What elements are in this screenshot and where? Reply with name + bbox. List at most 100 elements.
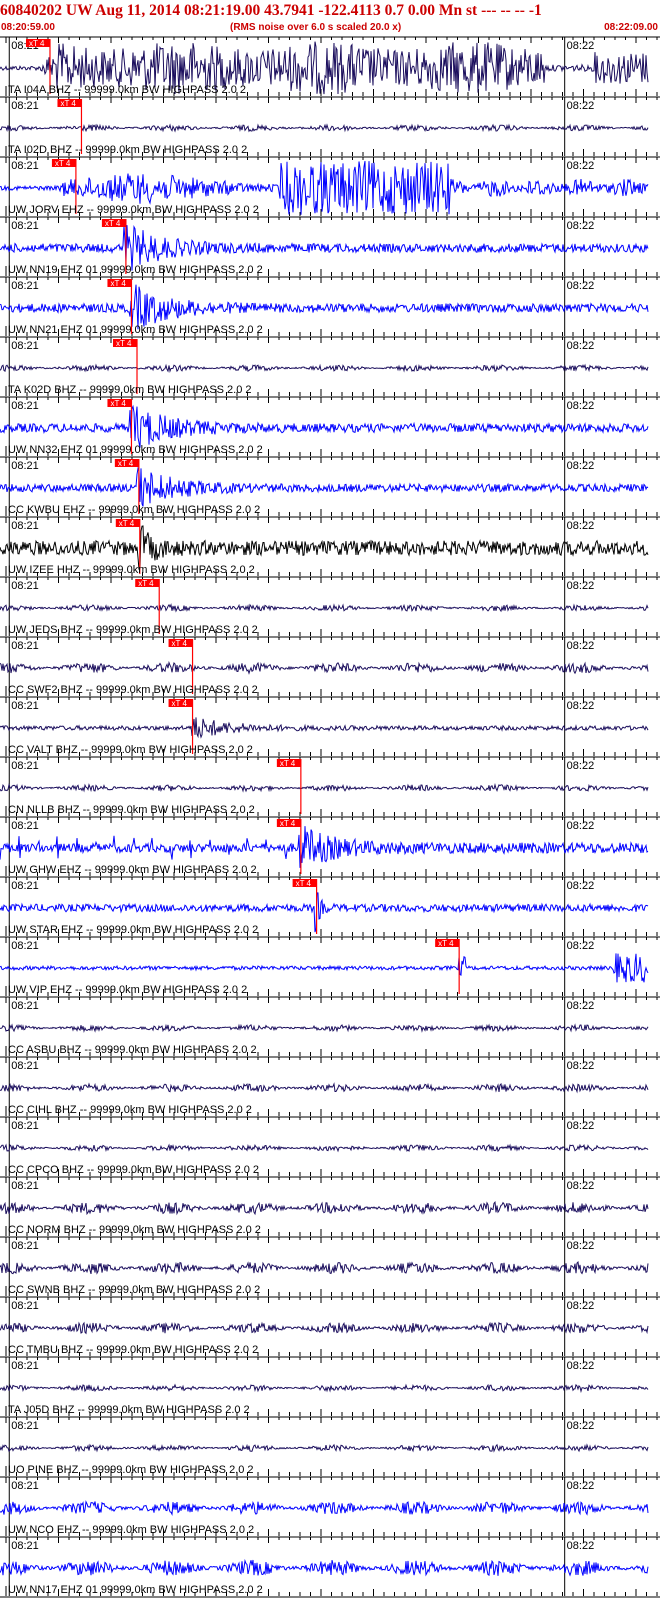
waveform-trace — [0, 466, 649, 507]
time-tick-label: 08:22 — [567, 700, 595, 712]
time-tick-label: 08:21 — [11, 1120, 39, 1132]
time-tick-label: 08:21 — [11, 1360, 39, 1372]
time-tick-label: 08:22 — [567, 1300, 595, 1312]
time-tick-label: 08:22 — [567, 1360, 595, 1372]
rms-note: (RMS noise over 6.0 s scaled 20.0 x) — [230, 22, 402, 33]
waveform-trace — [0, 1261, 649, 1276]
pick-flag-label: xT 4 — [119, 519, 135, 528]
waveform-trace — [0, 1023, 649, 1034]
station-label: CC VALT BHZ -- 99999.0km BW HIGHPASS 2.0… — [8, 744, 253, 756]
station-label: CC CIHL BHZ -- 99999.0km BW HIGHPASS 2.0… — [8, 1104, 252, 1116]
end-time-label: 08:22:09.00 — [604, 22, 658, 33]
station-label: UW JORV EHZ -- 99999.0km BW HIGHPASS 2.0… — [8, 204, 259, 216]
waveform-trace — [0, 1201, 649, 1216]
station-label: UW NN32 EHZ 01 99999.0km BW HIGHPASS 2.0… — [8, 444, 263, 456]
time-tick-label: 08:22 — [567, 820, 595, 832]
time-tick-label: 08:22 — [567, 160, 595, 172]
pick-flag-label: xT 4 — [296, 879, 312, 888]
station-label: UO PINE BHZ -- 99999.0km BW HIGHPASS 2.0… — [8, 1464, 254, 1476]
time-tick-label: 08:22 — [567, 220, 595, 232]
waveform-trace — [0, 404, 649, 448]
start-time-label: 08:20:59.00 — [1, 22, 55, 33]
time-tick-label: 08:21 — [11, 1240, 39, 1252]
time-tick-label: 08:21 — [11, 100, 39, 112]
time-tick-label: 08:22 — [567, 460, 595, 472]
station-label: TA J05D BHZ -- 99999.0km BW HIGHPASS 2.0… — [8, 1404, 250, 1416]
time-tick-label: 08:21 — [11, 400, 39, 412]
waveform-trace — [0, 782, 649, 793]
waveform-trace — [0, 953, 649, 983]
waveform-trace — [0, 1443, 649, 1453]
time-tick-label: 08:21 — [11, 760, 39, 772]
time-tick-label: 08:22 — [567, 520, 595, 532]
waveform-trace — [0, 284, 649, 330]
time-tick-label: 08:22 — [567, 640, 595, 652]
pick-flag-label: xT 4 — [172, 639, 188, 648]
time-tick-label: 08:21 — [11, 460, 39, 472]
waveform-trace — [0, 717, 649, 739]
waveform-trace — [0, 1500, 649, 1516]
pick-flag-label: xT 4 — [110, 399, 126, 408]
time-tick-label: 08:22 — [567, 1540, 595, 1552]
time-tick-label: 08:21 — [11, 580, 39, 592]
station-label: CC ASBU BHZ -- 99999.0km BW HIGHPASS 2.0… — [8, 1044, 257, 1056]
waveform-trace — [0, 1143, 649, 1153]
pick-flag-label: xT 4 — [172, 699, 188, 708]
time-tick-label: 08:21 — [11, 1540, 39, 1552]
station-label: CC CPCO BHZ -- 99999.0km BW HIGHPASS 2.0… — [8, 1164, 259, 1176]
pick-flag-label: xT 4 — [105, 219, 121, 228]
station-label: UW JEDS BHZ -- 99999.0km BW HIGHPASS 2.0… — [8, 624, 258, 636]
time-tick-label: 08:21 — [11, 1480, 39, 1492]
time-tick-label: 08:21 — [11, 220, 39, 232]
time-tick-label: 08:22 — [567, 1060, 595, 1072]
time-tick-label: 08:21 — [11, 160, 39, 172]
time-tick-label: 08:21 — [11, 940, 39, 952]
time-tick-label: 08:21 — [11, 340, 39, 352]
station-label: CC SWF2 BHZ -- 99999.0km BW HIGHPASS 2.0… — [8, 684, 258, 696]
time-tick-label: 08:21 — [11, 280, 39, 292]
time-tick-label: 08:22 — [567, 40, 595, 52]
time-tick-label: 08:22 — [567, 340, 595, 352]
time-tick-label: 08:22 — [567, 760, 595, 772]
time-tick-label: 08:22 — [567, 1420, 595, 1432]
pick-flag-label: xT 4 — [110, 279, 126, 288]
pick-flag-label: xT 4 — [280, 819, 296, 828]
waveform-trace — [0, 1321, 649, 1335]
station-label: UW STAR EHZ -- 99999.0km BW HIGHPASS 2.0… — [8, 924, 258, 936]
station-label: UW IZEE HHZ -- 99999.0km BW HIGHPASS 2.0… — [8, 564, 255, 576]
station-label: CC NORM BHZ -- 99999.0km BW HIGHPASS 2.0… — [8, 1224, 261, 1236]
time-tick-label: 08:21 — [11, 700, 39, 712]
station-label: TA I04A BHZ -- 99999.0km BW HIGHPASS 2.0… — [8, 84, 246, 96]
waveform-trace — [0, 1082, 649, 1094]
time-tick-label: 08:22 — [567, 1240, 595, 1252]
event-title: 60840202 UW Aug 11, 2014 08:21:19.00 43.… — [0, 2, 542, 19]
time-tick-label: 08:21 — [11, 520, 39, 532]
time-tick-label: 08:22 — [567, 1180, 595, 1192]
station-label: UW VIP EHZ -- 99999.0km BW HIGHPASS 2.0 … — [8, 984, 247, 996]
station-label: UW NCO EHZ -- 99999.0km BW HIGHPASS 2.0 … — [8, 1524, 254, 1536]
station-label: CN NLLB BHZ -- 99999.0km BW HIGHPASS 2.0… — [8, 804, 255, 816]
time-tick-label: 08:22 — [567, 580, 595, 592]
time-tick-label: 08:22 — [567, 1480, 595, 1492]
time-tick-label: 08:21 — [11, 820, 39, 832]
pick-flag-label: xT 4 — [55, 159, 71, 168]
pick-flag-label: xT 4 — [29, 39, 45, 48]
pick-flag-label: xT 4 — [138, 579, 154, 588]
station-label: CC TMBU BHZ -- 99999.0km BW HIGHPASS 2.0… — [8, 1344, 258, 1356]
time-tick-label: 08:22 — [567, 940, 595, 952]
waveform-trace — [0, 1383, 649, 1394]
waveform-trace — [0, 826, 649, 868]
station-label: CC SWNB BHZ -- 99999.0km BW HIGHPASS 2.0… — [8, 1284, 260, 1296]
time-tick-label: 08:22 — [567, 100, 595, 112]
time-tick-label: 08:22 — [567, 880, 595, 892]
seismogram-plot: 08:21 08:22 xT 4 TA I04A BHZ -- 99999.0km B… — [0, 36, 660, 1598]
time-tick-label: 08:21 — [11, 880, 39, 892]
waveform-trace — [0, 660, 649, 675]
waveform-trace — [0, 123, 649, 133]
station-label: TA I02D BHZ -- 99999.0km BW HIGHPASS 2.0… — [8, 144, 247, 156]
time-tick-label: 08:22 — [567, 280, 595, 292]
time-tick-label: 08:22 — [567, 400, 595, 412]
waveform-trace — [0, 363, 649, 373]
time-tick-label: 08:22 — [567, 1120, 595, 1132]
pick-flag-label: xT 4 — [280, 759, 296, 768]
